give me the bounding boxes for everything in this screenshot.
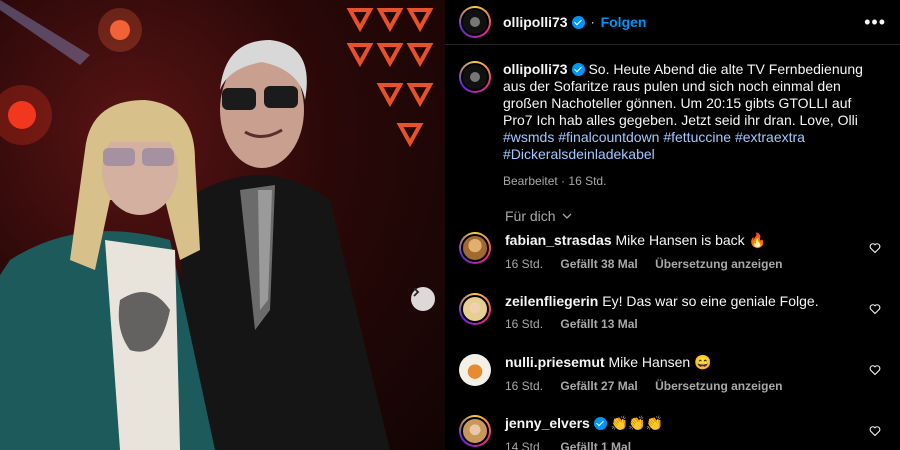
chevron-right-icon [413,287,420,297]
heart-outline-icon[interactable] [869,303,881,315]
comment-likes[interactable]: Gefällt 27 Mal [560,379,637,393]
author-avatar[interactable] [459,6,491,38]
heart-outline-icon[interactable] [869,425,881,437]
hashtag-list: #wsmds #finalcountdown #fettuccine #extr… [503,129,805,162]
post-photo [0,0,445,450]
commenter-avatar[interactable] [459,354,491,386]
verified-badge-icon [593,417,607,430]
edited-label: Bearbeitet [503,174,558,188]
hashtag-link[interactable]: #wsmds [503,129,554,145]
post-age: 16 Std. [568,174,607,188]
verified-badge-icon [571,63,585,76]
comment-sort-dropdown[interactable]: Für dich [445,208,900,224]
commenter-avatar[interactable] [459,293,491,325]
translate-link[interactable]: Übersetzung anzeigen [655,379,782,393]
commenter-avatar[interactable] [459,415,491,447]
author-username[interactable]: ollipolli73 [503,14,568,30]
translate-link[interactable]: Übersetzung anzeigen [655,257,782,271]
caption-username[interactable]: ollipolli73 [503,61,568,77]
hashtag-link[interactable]: #extraextra [735,129,805,145]
comment-item: nulli.priesemut Mike Hansen 😄 16 Std. Ge… [459,354,889,393]
caption-author-avatar[interactable] [459,61,491,93]
next-image-button[interactable] [411,287,435,311]
comment-text: Ey! Das war so eine geniale Folge. [602,293,819,309]
photo-illustration [0,0,434,450]
comment-item: fabian_strasdas Mike Hansen is back 🔥 16… [459,232,889,271]
comment-item: jenny_elvers 👏👏👏 14 Std. Gefällt 1 Mal [459,415,889,450]
chevron-down-icon [562,213,572,219]
comment-likes[interactable]: Gefällt 38 Mal [560,257,637,271]
comment-text: 👏👏👏 [610,415,664,431]
commenter-username[interactable]: nulli.priesemut [505,354,605,370]
post-sidebar: ollipolli73 · Folgen ••• ollipolli73 So.… [445,0,900,450]
sort-label: Für dich [505,208,556,224]
hashtag-link[interactable]: #finalcountdown [558,129,659,145]
commenter-username[interactable]: zeilenfliegerin [505,293,598,309]
comment-likes[interactable]: Gefällt 13 Mal [560,317,637,331]
separator-dot: · [590,15,595,29]
heart-outline-icon[interactable] [869,242,881,254]
hashtag-link[interactable]: #Dickeralsdeinladekabel [503,146,655,162]
heart-outline-icon[interactable] [869,364,881,376]
commenter-username[interactable]: fabian_strasdas [505,232,612,248]
caption-meta: Bearbeitet · 16 Std. [503,173,883,190]
comment-age: 16 Std. [505,257,544,271]
hashtag-link[interactable]: #fettuccine [663,129,731,145]
comment-text: Mike Hansen is back 🔥 [615,232,767,248]
post-header: ollipolli73 · Folgen ••• [445,0,900,45]
commenter-avatar[interactable] [459,232,491,264]
comment-age: 16 Std. [505,379,544,393]
separator-dot: · [561,174,566,188]
comment-age: 14 Std. [505,440,544,450]
comment-likes[interactable]: Gefällt 1 Mal [560,440,631,450]
commenter-username[interactable]: jenny_elvers [505,415,590,431]
follow-button[interactable]: Folgen [601,14,647,30]
comment-age: 16 Std. [505,317,544,331]
comment-text: Mike Hansen 😄 [608,354,712,370]
more-options-icon[interactable]: ••• [864,12,886,33]
post-caption: ollipolli73 So. Heute Abend die alte TV … [445,45,900,190]
verified-badge-icon [571,15,585,29]
comment-item: zeilenfliegerin Ey! Das war so eine geni… [459,293,889,331]
